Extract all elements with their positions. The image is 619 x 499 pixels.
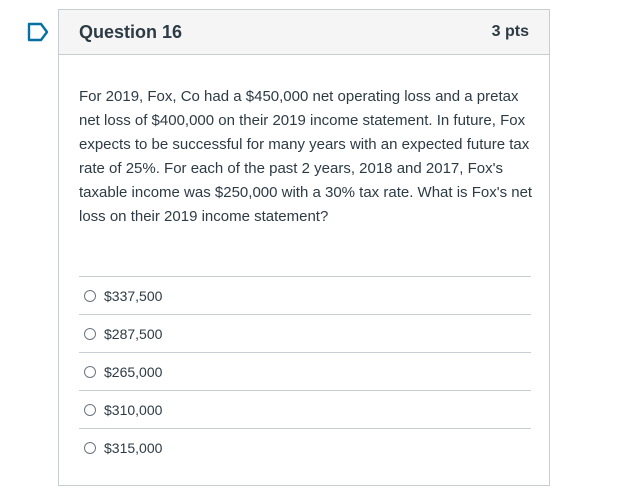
radio-unselected-icon[interactable]: [84, 441, 96, 454]
radio-unselected-icon[interactable]: [84, 289, 96, 302]
answer-label[interactable]: $337,500: [104, 288, 162, 304]
answer-option[interactable]: $287,500: [79, 314, 531, 352]
answer-list: $337,500 $287,500 $265,000 $310,000 $315…: [79, 276, 531, 466]
answer-option[interactable]: $337,500: [79, 276, 531, 314]
flag-outline-icon[interactable]: [26, 22, 50, 42]
question-points: 3 pts: [491, 23, 529, 40]
radio-unselected-icon[interactable]: [84, 403, 96, 416]
answer-label[interactable]: $287,500: [104, 326, 162, 342]
answer-option[interactable]: $310,000: [79, 390, 531, 428]
radio-unselected-icon[interactable]: [84, 365, 96, 378]
answer-option[interactable]: $315,000: [79, 428, 531, 466]
answer-label[interactable]: $265,000: [104, 364, 162, 380]
question-card: Question 16 3 pts For 2019, Fox, Co had …: [58, 9, 550, 486]
radio-unselected-icon[interactable]: [84, 327, 96, 340]
question-text: For 2019, Fox, Co had a $450,000 net ope…: [79, 88, 533, 225]
question-title: Question 16: [79, 21, 183, 42]
answer-option[interactable]: $265,000: [79, 352, 531, 390]
answer-label[interactable]: $310,000: [104, 402, 162, 418]
question-header: Question 16 3 pts: [59, 10, 549, 55]
answer-label[interactable]: $315,000: [104, 440, 162, 456]
